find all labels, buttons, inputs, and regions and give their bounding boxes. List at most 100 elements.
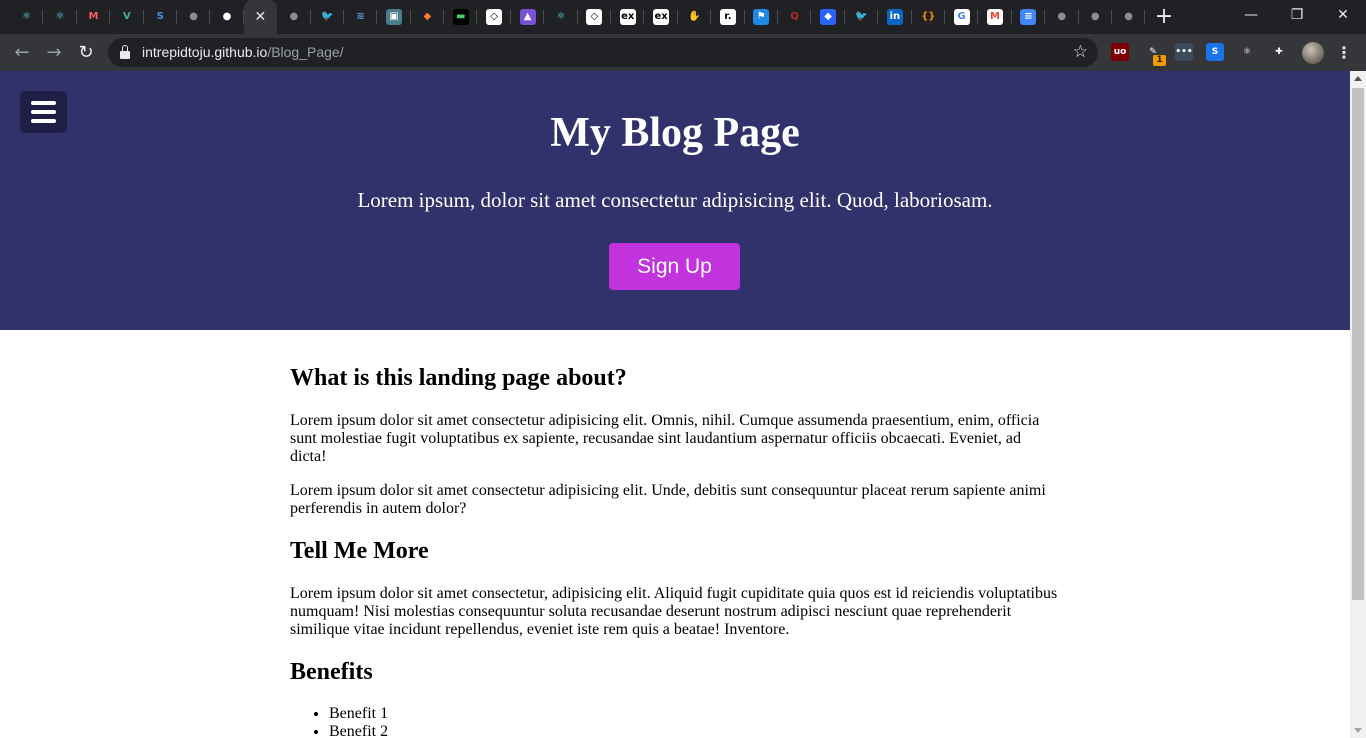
twitter-icon: 🐦 (855, 11, 868, 22)
browser-tab[interactable]: ● (210, 0, 245, 34)
codepen-icon: ◇ (486, 9, 503, 25)
url-text[interactable]: intrepidtoju.github.io/Blog_Page/ (142, 44, 344, 60)
about-heading: What is this landing page about? (290, 365, 627, 391)
react-devtools-icon[interactable]: ⚛ (1238, 43, 1256, 61)
browser-tab[interactable]: ● (277, 0, 311, 34)
gmail-icon: M (987, 9, 1004, 25)
r-logo-icon: r. (719, 9, 736, 25)
browser-tab[interactable]: ⚛ (10, 0, 44, 34)
browser-tab[interactable]: ⚛ (544, 0, 579, 34)
browser-tab[interactable]: V (110, 0, 144, 34)
browser-tab[interactable]: ◆ (411, 0, 445, 34)
url-path: /Blog_Page/ (267, 44, 344, 60)
scrollbar-thumb[interactable] (1352, 88, 1364, 600)
page-title: My Blog Page (550, 110, 800, 156)
browser-tab[interactable]: ▲ (511, 0, 545, 34)
lock-icon[interactable] (120, 45, 130, 59)
browser-tab[interactable]: ex (644, 0, 679, 34)
scroll-up-arrow-icon[interactable] (1354, 76, 1362, 81)
url-host: intrepidtoju.github.io (142, 44, 268, 60)
browser-tab[interactable]: {} (912, 0, 946, 34)
globe-icon: ● (289, 11, 299, 22)
browser-tab[interactable]: Q (778, 0, 812, 34)
twitter-icon: 🐦 (320, 11, 334, 22)
browser-tab[interactable]: 🐦 (311, 0, 345, 34)
browser-tab[interactable]: ≡ (1012, 0, 1046, 34)
wifi-icon: ≋ (356, 11, 365, 22)
browser-tab[interactable]: ◇ (578, 0, 612, 34)
m-logo-icon: M (88, 11, 99, 22)
ex-icon: ex (619, 9, 636, 25)
browser-tab[interactable]: ex (611, 0, 645, 34)
globe-icon: ● (1090, 11, 1100, 22)
list-item: Benefit 2 (329, 723, 388, 738)
s-logo-icon: S (156, 11, 164, 22)
google-icon: G (953, 9, 970, 25)
back-icon[interactable]: ← (9, 40, 35, 66)
new-tab-button[interactable]: + (1153, 6, 1175, 28)
browser-tab[interactable]: M (978, 0, 1013, 34)
minimize-icon[interactable]: — (1228, 0, 1274, 30)
react-icon: ⚛ (22, 11, 32, 22)
browser-tab[interactable]: G (945, 0, 979, 34)
docs-icon: ≡ (1020, 9, 1037, 25)
benefits-list: Benefit 1 Benefit 2 (290, 705, 388, 738)
address-bar[interactable]: intrepidtoju.github.io/Blog_Page/ ☆ (108, 38, 1098, 67)
puzzle-icon[interactable]: ✚ (1270, 43, 1288, 61)
browser-tab[interactable]: r. (711, 0, 745, 34)
react-icon: ⚛ (556, 11, 566, 22)
restore-icon[interactable]: ❐ (1274, 0, 1320, 30)
image-icon: ▣ (385, 9, 402, 25)
more-menu-icon[interactable]: ⋮ (1336, 42, 1352, 64)
linkedin-icon: in (886, 9, 903, 25)
s-extension-icon[interactable]: S (1206, 43, 1224, 61)
ublock-icon[interactable]: uo (1111, 43, 1129, 61)
browser-tab[interactable]: in (878, 0, 912, 34)
github-icon: ● (222, 11, 232, 22)
browser-tab[interactable]: ≋ (344, 0, 378, 34)
browser-tab[interactable]: ▣ (377, 0, 412, 34)
codepen-icon: ◇ (586, 9, 603, 25)
browser-tab[interactable]: ● (1112, 0, 1146, 34)
browser-tab[interactable]: ⚛ (43, 0, 78, 34)
browser-tab[interactable]: ✕ (243, 0, 278, 34)
quora-icon: Q (790, 11, 799, 22)
browser-tab[interactable]: ⚑ (745, 0, 779, 34)
page-scrollbar[interactable] (1350, 71, 1366, 738)
browser-tab[interactable]: M (77, 0, 111, 34)
browser-tab[interactable]: ● (1079, 0, 1113, 34)
close-icon[interactable]: ✕ (252, 9, 268, 25)
hand-icon: ✋ (688, 11, 701, 22)
ex-icon: ex (653, 9, 670, 25)
browser-tab[interactable]: ◆ (811, 0, 846, 34)
browser-tab[interactable]: ▬ (444, 0, 478, 34)
hero-subtitle: Lorem ipsum, dolor sit amet consectetur … (357, 188, 993, 212)
tell-me-more-heading: Tell Me More (290, 538, 429, 564)
diamond-icon: ◆ (820, 9, 837, 25)
sign-up-button[interactable]: Sign Up (609, 243, 740, 290)
browser-tab[interactable]: ● (177, 0, 211, 34)
tab-strip: ⚛ ⚛ M V S ● ● ✕ ● 🐦 ≋ ▣ ◆ ▬ ◇ ▲ ⚛ ◇ ex ex ✋ r. ⚑ Q ◆ 🐦 in{} G M ≡ ● ● ● … (0, 0, 1366, 34)
reload-icon[interactable]: ↻ (73, 40, 99, 66)
flag-icon: ⚑ (753, 9, 770, 25)
browser-tab[interactable]: ● (1045, 0, 1079, 34)
browser-tab[interactable]: ◇ (477, 0, 512, 34)
profile-avatar[interactable] (1302, 42, 1324, 64)
globe-icon: ● (1057, 11, 1067, 22)
scroll-down-arrow-icon[interactable] (1354, 728, 1362, 733)
page-viewport: My Blog Page Lorem ipsum, dolor sit amet… (0, 71, 1350, 738)
forward-icon[interactable]: → (41, 40, 67, 66)
browser-tab[interactable]: S (144, 0, 178, 34)
list-item: Benefit 1 (329, 705, 388, 723)
tell-me-more-paragraph: Lorem ipsum dolor sit amet consectetur, … (290, 585, 1058, 638)
bookmark-star-icon[interactable]: ☆ (1073, 42, 1088, 62)
globe-icon: ● (1124, 11, 1133, 22)
window-close-icon[interactable]: ✕ (1320, 0, 1366, 30)
dots-extension-icon[interactable]: ••• (1175, 43, 1193, 61)
browser-tab[interactable]: ✋ (678, 0, 712, 34)
triangle-icon: ▲ (519, 9, 536, 25)
browser-tab[interactable]: 🐦 (845, 0, 879, 34)
tab-list: ⚛ ⚛ M V S ● ● ✕ ● 🐦 ≋ ▣ ◆ ▬ ◇ ▲ ⚛ ◇ ex ex ✋ r. ⚑ Q ◆ 🐦 in {} G M ≡ ● ● ● (10, 0, 1146, 34)
hamburger-icon-bar (31, 101, 56, 105)
about-paragraph-2: Lorem ipsum dolor sit amet consectetur a… (290, 482, 1046, 517)
